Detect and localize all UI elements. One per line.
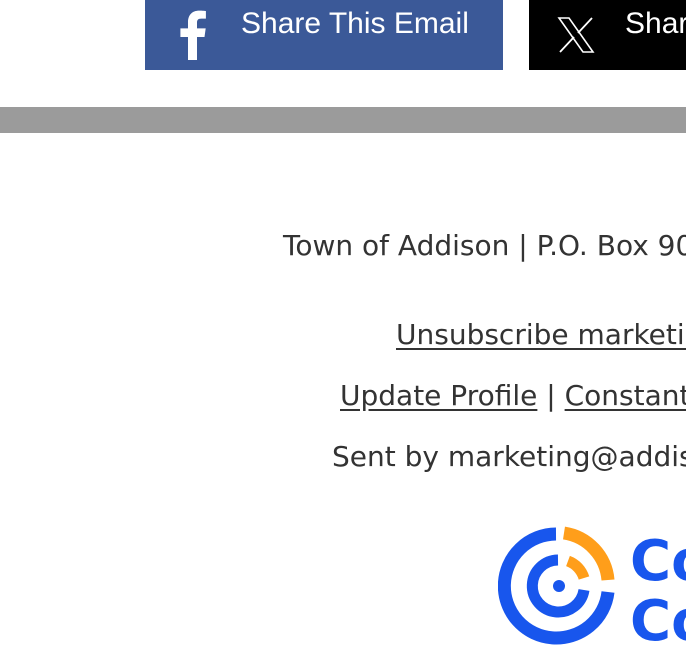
unsubscribe-line: Unsubscribe marketing@addisontx.gov (396, 318, 686, 351)
share-x-label: Share This Email (625, 7, 686, 40)
divider-bar (0, 107, 686, 133)
sent-by-line: Sent by marketing@addisontx.gov (332, 440, 686, 473)
share-x-button[interactable]: Share This Email (529, 0, 686, 70)
unsubscribe-link[interactable]: Unsubscribe marketing@addisontx.gov (396, 318, 686, 351)
footer-address: Town of Addison | P.O. Box 9010 | Addiso… (283, 229, 686, 262)
email-footer: Share This Email Share This Email Town o… (0, 0, 686, 647)
constant-contact-logo-icon: Constant Contact (497, 526, 686, 647)
data-notice-link[interactable]: Constant Contact Data Notice (565, 379, 686, 412)
update-profile-link[interactable]: Update Profile (340, 379, 537, 412)
profile-links-line: Update Profile | Constant Contact Data N… (340, 379, 686, 412)
constant-contact-logo[interactable]: Constant Contact (497, 524, 686, 647)
logo-text-line1: Constant (630, 529, 686, 594)
link-separator: | (537, 379, 565, 412)
facebook-icon (175, 0, 211, 70)
x-icon (556, 0, 596, 70)
share-facebook-button[interactable]: Share This Email (145, 0, 503, 70)
logo-text-line2: Contact (630, 589, 686, 647)
share-facebook-label: Share This Email (241, 7, 469, 40)
